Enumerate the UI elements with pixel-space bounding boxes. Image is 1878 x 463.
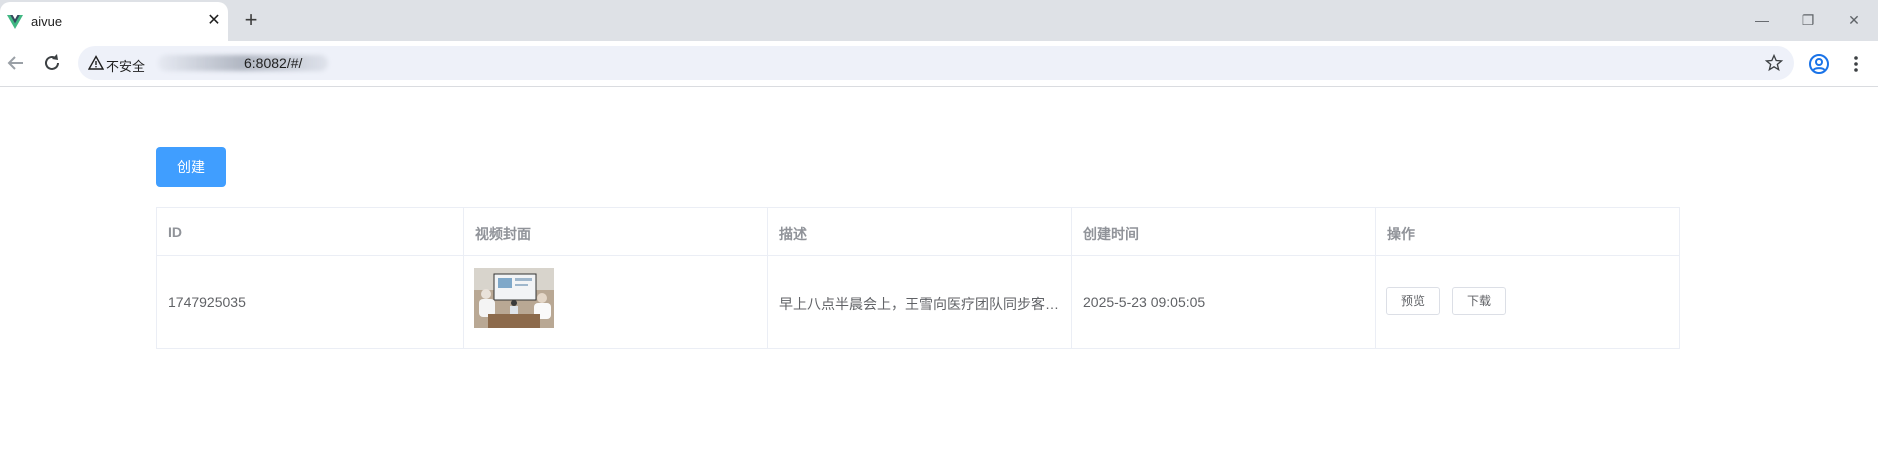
cell-cover <box>464 256 768 348</box>
browser-tabbar: aivue ✕ + — ❐ ✕ <box>0 0 1878 41</box>
download-button[interactable]: 下载 <box>1452 287 1507 315</box>
video-table: ID 视频封面 描述 创建时间 操作 1747925035 早上八点半晨会上，王… <box>156 207 1680 349</box>
window-close-icon[interactable]: ✕ <box>1843 10 1865 30</box>
browser-tab[interactable]: aivue ✕ <box>0 2 228 41</box>
profile-icon[interactable] <box>1808 53 1830 75</box>
create-button[interactable]: 创建 <box>156 147 226 187</box>
tab-title: aivue <box>31 14 63 29</box>
cell-id: 1747925035 <box>157 256 464 348</box>
cell-description: 早上八点半晨会上，王雪向医疗团队同步客… <box>768 256 1072 348</box>
address-bar[interactable]: 不安全 6:8082/#/ <box>78 46 1794 80</box>
header-cover: 视频封面 <box>475 226 531 242</box>
header-cell-actions: 操作 <box>1376 208 1681 255</box>
browser-toolbar: 不安全 6:8082/#/ <box>0 41 1878 87</box>
table-row: 1747925035 早上八点半晨会上，王雪向医疗团队同步客… 2025-5-2… <box>157 256 1679 348</box>
header-cell-created: 创建时间 <box>1072 208 1376 255</box>
plus-icon[interactable]: + <box>240 9 262 31</box>
header-cell-id: ID <box>157 208 464 255</box>
security-label[interactable]: 不安全 <box>106 56 145 75</box>
video-cover-thumbnail[interactable] <box>474 268 554 328</box>
restore-icon[interactable]: ❐ <box>1797 10 1819 30</box>
star-icon[interactable] <box>1764 53 1784 73</box>
header-description: 描述 <box>779 226 807 242</box>
url-text[interactable]: 6:8082/#/ <box>244 55 302 71</box>
back-arrow-icon[interactable] <box>4 51 28 75</box>
row-id: 1747925035 <box>168 294 246 310</box>
row-description: 早上八点半晨会上，王雪向医疗团队同步客… <box>779 296 1059 312</box>
reload-icon[interactable] <box>40 51 64 75</box>
close-icon[interactable]: ✕ <box>205 12 223 30</box>
header-created-at: 创建时间 <box>1083 226 1139 242</box>
cell-actions: 预览 下载 <box>1376 256 1681 348</box>
header-id: ID <box>168 224 182 240</box>
url-redacted <box>158 55 328 71</box>
header-cell-description: 描述 <box>768 208 1072 255</box>
cell-created: 2025-5-23 09:05:05 <box>1072 256 1376 348</box>
minimize-icon[interactable]: — <box>1751 10 1773 30</box>
warning-icon <box>88 55 104 70</box>
preview-button[interactable]: 预览 <box>1386 287 1441 315</box>
table-header: ID 视频封面 描述 创建时间 操作 <box>157 208 1679 256</box>
header-cell-cover: 视频封面 <box>464 208 768 255</box>
vue-logo-icon <box>7 15 23 29</box>
row-created-at: 2025-5-23 09:05:05 <box>1083 294 1206 310</box>
more-vert-icon[interactable] <box>1845 53 1867 75</box>
header-actions: 操作 <box>1387 226 1415 242</box>
